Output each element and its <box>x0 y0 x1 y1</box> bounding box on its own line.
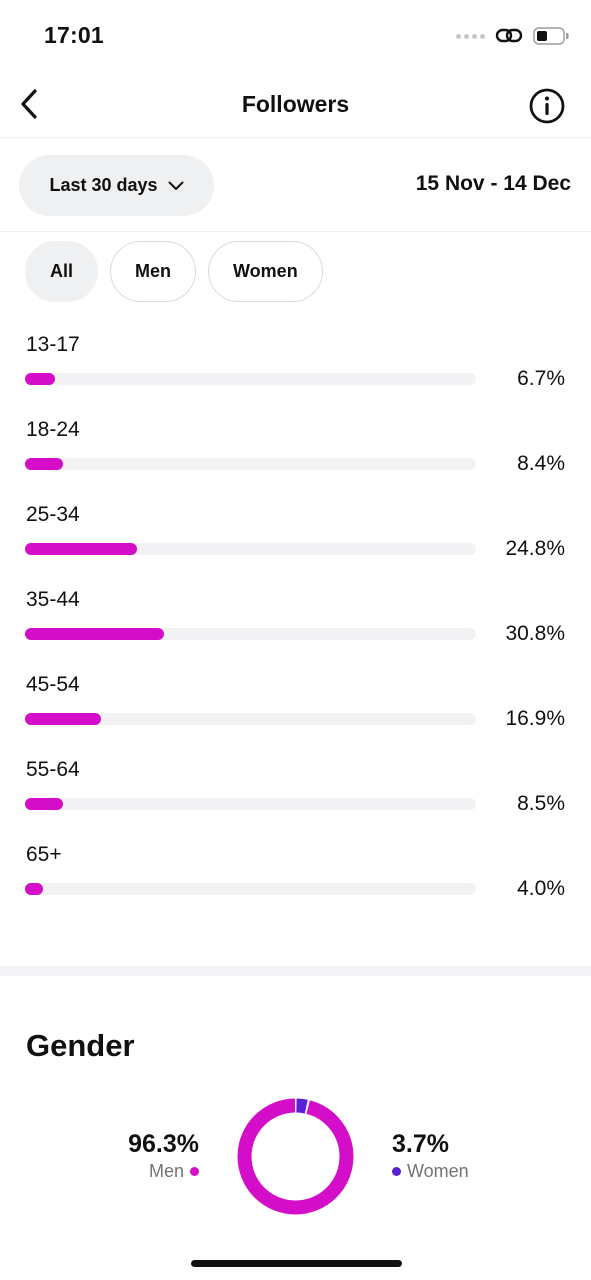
age-row: 45-54 16.9% <box>0 670 591 755</box>
age-label: 45-54 <box>26 673 80 696</box>
age-row: 25-34 24.8% <box>0 500 591 585</box>
age-bar-fill <box>25 543 137 555</box>
age-percent: 30.8% <box>505 622 565 645</box>
home-indicator <box>191 1260 402 1267</box>
gender-women-percent: 3.7% <box>392 1130 449 1158</box>
gender-men-label: Men <box>148 1161 184 1181</box>
age-row: 35-44 30.8% <box>0 585 591 670</box>
age-percent: 4.0% <box>517 877 565 900</box>
signal-dots-icon <box>456 33 485 39</box>
age-bar-fill <box>25 713 102 725</box>
gender-section-title: Gender <box>26 1028 135 1063</box>
age-bar-track <box>25 798 476 810</box>
age-row: 55-64 8.5% <box>0 755 591 840</box>
gender-men-percent: 96.3% <box>128 1130 199 1158</box>
age-bar-track <box>25 373 476 385</box>
status-time: 17:01 <box>44 22 104 48</box>
filter-chip-all[interactable]: All <box>25 241 99 302</box>
gender-men-stat: 96.3% Men <box>128 1130 199 1182</box>
battery-icon <box>533 27 569 45</box>
age-label: 25-34 <box>26 503 80 526</box>
date-range-text: 15 Nov - 14 Dec <box>415 172 571 195</box>
date-range-row: Last 30 days 15 Nov - 14 Dec <box>0 139 591 232</box>
age-bar-track <box>25 628 476 640</box>
age-bar-fill <box>25 458 63 470</box>
info-icon <box>529 88 565 124</box>
age-bar-fill <box>25 373 56 385</box>
age-percent: 8.5% <box>517 792 565 815</box>
donut-segment-men <box>237 1098 354 1215</box>
info-button[interactable] <box>527 86 567 126</box>
gender-women-label: Women <box>407 1161 469 1181</box>
age-bar-fill <box>25 798 64 810</box>
age-percent: 16.9% <box>505 707 565 730</box>
gender-women-stat: 3.7% Women <box>392 1130 469 1182</box>
status-icons <box>456 26 569 46</box>
age-bar-fill <box>25 628 164 640</box>
age-label: 65+ <box>26 843 62 866</box>
age-bar-track <box>25 458 476 470</box>
status-bar: 17:01 <box>0 0 591 72</box>
age-label: 35-44 <box>26 588 80 611</box>
age-row: 65+ 4.0% <box>0 840 591 925</box>
gender-donut-chart <box>237 1098 354 1215</box>
age-label: 18-24 <box>26 418 80 441</box>
age-row: 18-24 8.4% <box>0 415 591 500</box>
age-label: 55-64 <box>26 758 80 781</box>
age-range-list: 13-17 6.7% 18-24 8.4% 25-34 24.8% 35-44 … <box>0 330 591 925</box>
age-label: 13-17 <box>26 333 80 356</box>
date-range-dropdown-label: Last 30 days <box>49 175 158 195</box>
audience-filter: All Men Women <box>25 241 323 302</box>
page-title: Followers <box>241 91 350 117</box>
age-bar-track <box>25 883 476 895</box>
date-range-dropdown[interactable]: Last 30 days <box>19 155 214 216</box>
men-legend-dot-icon <box>190 1167 199 1176</box>
age-percent: 8.4% <box>517 452 565 475</box>
link-icon <box>495 28 523 43</box>
chevron-down-icon <box>168 181 184 190</box>
age-row: 13-17 6.7% <box>0 330 591 415</box>
women-legend-dot-icon <box>392 1167 401 1176</box>
filter-chip-men[interactable]: Men <box>110 241 197 302</box>
filter-chip-women[interactable]: Women <box>208 241 323 302</box>
age-percent: 6.7% <box>517 367 565 390</box>
age-percent: 24.8% <box>505 537 565 560</box>
age-bar-track <box>25 713 476 725</box>
section-divider <box>0 966 591 976</box>
nav-bar: Followers <box>0 72 591 138</box>
age-bar-fill <box>25 883 44 895</box>
age-bar-track <box>25 543 476 555</box>
